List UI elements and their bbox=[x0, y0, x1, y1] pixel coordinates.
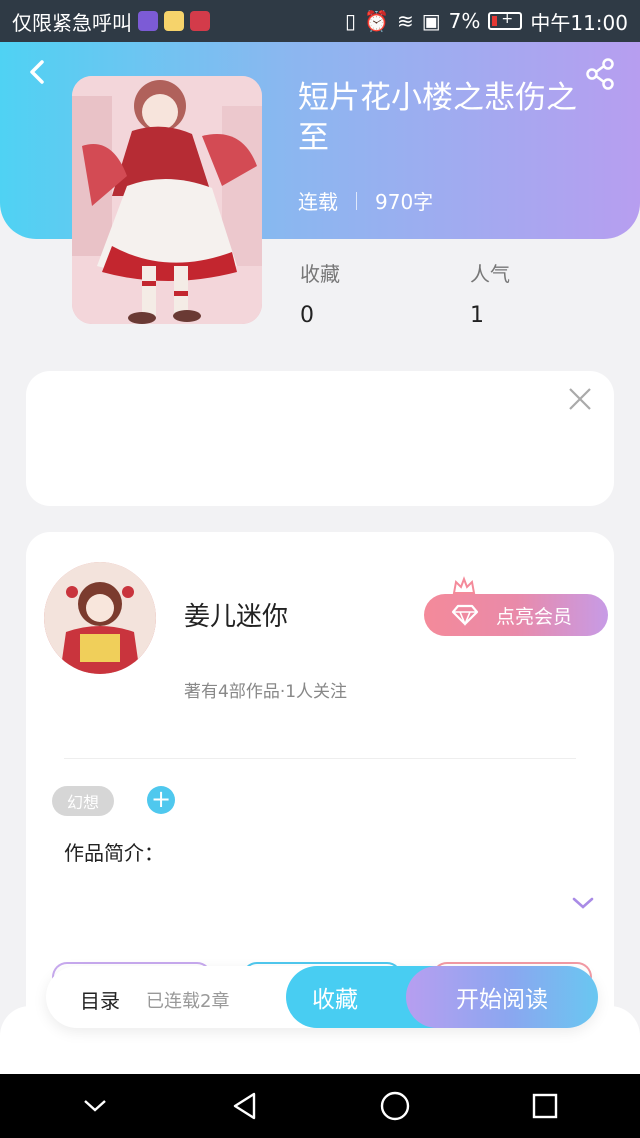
diamond-icon bbox=[451, 604, 479, 626]
battery-icon: + bbox=[488, 11, 523, 30]
stat-favorites: 收藏 0 bbox=[300, 258, 470, 328]
vip-label: 点亮会员 bbox=[496, 605, 573, 628]
app-notification-icon bbox=[164, 11, 184, 31]
stat-value: 0 bbox=[300, 303, 314, 328]
synopsis-label: 作品简介： bbox=[64, 841, 164, 865]
avatar[interactable] bbox=[44, 562, 156, 674]
meta-divider bbox=[356, 191, 357, 210]
close-ad-button[interactable] bbox=[566, 385, 594, 413]
book-title: 短片花小楼之悲伤之至 bbox=[298, 80, 577, 156]
author-name[interactable]: 姜儿迷你 bbox=[184, 596, 288, 633]
author-summary: 著有4部作品·1人关注 bbox=[184, 682, 348, 702]
toc-button[interactable]: 目录 bbox=[80, 985, 120, 1014]
stat-popularity: 人气 1 bbox=[470, 258, 640, 328]
chevron-left-icon bbox=[30, 60, 44, 84]
start-reading-label: 开始阅读 bbox=[456, 987, 548, 1013]
vibrate-icon: ▯ bbox=[345, 9, 357, 33]
crown-icon bbox=[452, 576, 476, 594]
nav-hide-button[interactable] bbox=[71, 1082, 119, 1130]
clock: 中午11:00 bbox=[530, 10, 628, 35]
word-count: 970字 bbox=[375, 190, 434, 214]
divider bbox=[64, 758, 576, 759]
cover-illustration bbox=[72, 76, 262, 324]
add-tag-button[interactable]: + bbox=[147, 786, 175, 814]
app-notification-icon bbox=[138, 11, 158, 31]
serial-status: 连载 bbox=[298, 190, 338, 214]
stat-label: 人气 bbox=[470, 262, 510, 286]
chevron-down-icon bbox=[84, 1100, 106, 1112]
favorite-label: 收藏 bbox=[312, 987, 358, 1013]
alarm-icon: ⏰ bbox=[364, 9, 389, 33]
close-icon bbox=[569, 388, 591, 410]
share-button[interactable] bbox=[582, 56, 618, 92]
back-button[interactable] bbox=[20, 54, 56, 90]
chevron-down-icon[interactable] bbox=[570, 894, 596, 912]
system-nav-bar bbox=[0, 1074, 640, 1138]
square-recents-icon bbox=[532, 1093, 558, 1119]
activate-vip-button[interactable]: 点亮会员 bbox=[424, 594, 608, 636]
avatar-illustration bbox=[44, 562, 156, 674]
book-cover[interactable] bbox=[72, 76, 262, 324]
bottom-action-bar: 目录 已连载2章 收藏 开始阅读 bbox=[46, 966, 598, 1028]
circle-home-icon bbox=[380, 1091, 410, 1121]
status-bar: 仅限紧急呼叫 ▯ ⏰ ≋ ▣ 7% + 中午11:00 bbox=[0, 0, 640, 42]
nav-home-button[interactable] bbox=[371, 1082, 419, 1130]
wifi-icon: ≋ bbox=[396, 9, 414, 33]
stat-value: 1 bbox=[470, 303, 484, 328]
nav-recents-button[interactable] bbox=[521, 1082, 569, 1130]
app-notification-icon bbox=[190, 11, 210, 31]
book-stats: 收藏 0 人气 1 bbox=[300, 258, 640, 328]
share-icon bbox=[586, 58, 614, 90]
carrier-text: 仅限紧急呼叫 bbox=[12, 10, 132, 35]
battery-percent: 7% bbox=[448, 9, 481, 33]
book-meta: 连载 970字 bbox=[298, 186, 433, 215]
stat-label: 收藏 bbox=[300, 262, 340, 286]
chapter-count: 已连载2章 bbox=[146, 991, 230, 1012]
ad-banner bbox=[26, 371, 614, 506]
triangle-back-icon bbox=[233, 1092, 256, 1120]
sim-alert-icon: ▣ bbox=[421, 9, 441, 33]
start-reading-button[interactable]: 开始阅读 bbox=[406, 966, 598, 1028]
genre-tag[interactable]: 幻想 bbox=[52, 786, 114, 816]
nav-back-button[interactable] bbox=[221, 1082, 269, 1130]
